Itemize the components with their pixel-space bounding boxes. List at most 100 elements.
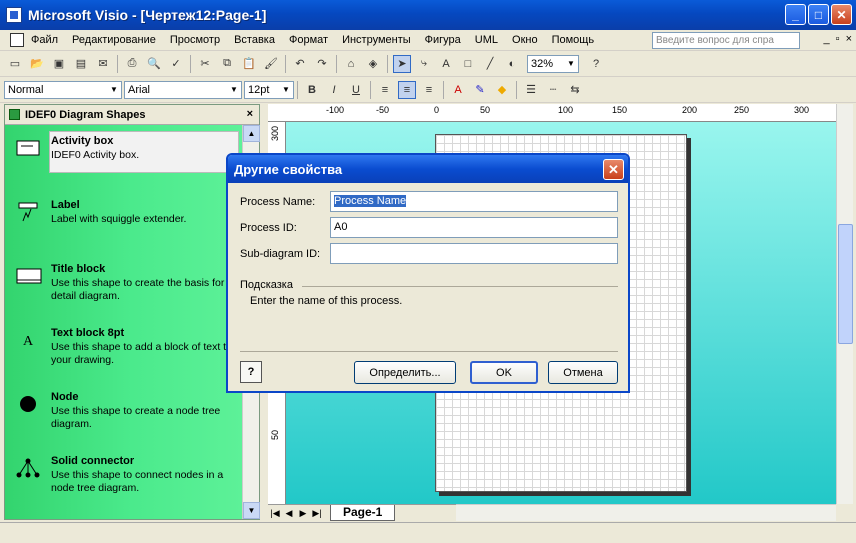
dialog-close-button[interactable]: ✕ — [603, 159, 624, 180]
define-button[interactable]: Определить... — [354, 361, 456, 384]
rectangle-tool-icon[interactable]: □ — [459, 55, 477, 73]
process-name-label: Process Name: — [240, 195, 316, 208]
close-button[interactable]: ✕ — [831, 4, 852, 25]
shapes-panel-header[interactable]: IDEF0 Diagram Shapes × — [5, 105, 259, 125]
node-icon — [20, 396, 36, 412]
align-left-icon[interactable]: ≡ — [376, 81, 394, 99]
style-combo[interactable]: Normal ▼ — [4, 80, 122, 99]
mdi-close-button[interactable]: × — [846, 33, 852, 45]
line-pattern-icon[interactable]: ┄ — [544, 81, 562, 99]
menu-shape[interactable]: Фигура — [418, 34, 468, 46]
minimize-button[interactable]: _ — [785, 4, 806, 25]
shape-name: Title block — [51, 263, 106, 275]
line-ends-icon[interactable]: ⇆ — [566, 81, 584, 99]
menu-file[interactable]: Файл — [24, 34, 65, 46]
line-color-icon[interactable]: ✎ — [471, 81, 489, 99]
horizontal-scrollbar[interactable] — [456, 504, 836, 521]
ruler-tick: 150 — [612, 105, 628, 115]
open-icon[interactable]: 📂 — [28, 55, 46, 73]
align-center-icon[interactable]: ≡ — [398, 80, 416, 99]
maximize-button[interactable]: □ — [808, 4, 829, 25]
label-squiggle-icon — [18, 202, 38, 222]
formatting-toolbar: Normal ▼ Arial ▼ 12pt ▼ B I U ≡ ≡ ≡ A ✎ … — [0, 77, 856, 103]
chevron-down-icon: ▼ — [282, 85, 290, 94]
process-id-input[interactable]: A0 — [330, 217, 618, 238]
cancel-button[interactable]: Отмена — [548, 361, 618, 384]
last-page-icon[interactable]: ▶| — [310, 508, 324, 519]
permission-icon[interactable]: ▤ — [72, 55, 90, 73]
shape-name: Solid connector — [51, 455, 135, 467]
pointer-tool-icon[interactable]: ➤ — [393, 54, 411, 73]
align-right-icon[interactable]: ≡ — [420, 81, 438, 99]
shape-item[interactable]: Title block Use this shape to create the… — [5, 259, 241, 319]
undo-icon[interactable]: ↶ — [291, 55, 309, 73]
line-tool-icon[interactable]: ╱ — [481, 55, 499, 73]
menu-view[interactable]: Просмотр — [163, 34, 227, 46]
process-name-input[interactable]: Process Name — [330, 191, 618, 212]
redo-icon[interactable]: ↷ — [313, 55, 331, 73]
connector-tool-icon[interactable]: ⤷ — [415, 55, 433, 73]
zoom-combo[interactable]: 32% ▼ — [527, 54, 579, 73]
menu-help[interactable]: Помощь — [545, 34, 602, 46]
shape-item[interactable]: A Text block 8pt Use this shape to add a… — [5, 323, 241, 383]
mdi-restore-button[interactable]: ▫ — [836, 33, 840, 45]
mdi-minimize-button[interactable]: _ — [824, 33, 830, 45]
close-icon[interactable]: × — [247, 108, 253, 120]
ruler-tick: 100 — [558, 105, 574, 115]
spelling-icon[interactable]: ✓ — [167, 55, 185, 73]
first-page-icon[interactable]: |◀ — [268, 508, 282, 519]
document-icon[interactable] — [10, 33, 24, 47]
new-icon[interactable]: ▭ — [6, 55, 24, 73]
hint-label: Подсказка — [240, 279, 293, 291]
visio-app-icon[interactable] — [6, 7, 22, 23]
menu-window[interactable]: Окно — [505, 34, 545, 46]
menu-uml[interactable]: UML — [468, 34, 505, 46]
stencil-icon[interactable]: ⌂ — [342, 55, 360, 73]
dialog-help-button[interactable]: ? — [240, 361, 262, 383]
bold-button[interactable]: B — [303, 81, 321, 99]
text-tool-icon[interactable]: A — [437, 55, 455, 73]
shapes-icon[interactable]: ◈ — [364, 55, 382, 73]
shape-item[interactable]: Node Use this shape to create a node tre… — [5, 387, 241, 447]
font-size-combo[interactable]: 12pt ▼ — [244, 80, 294, 99]
dialog-title-bar[interactable]: Другие свойства — [228, 155, 628, 183]
scroll-down-icon[interactable]: ▼ — [243, 502, 260, 519]
email-icon[interactable]: ✉ — [94, 55, 112, 73]
ruler-tick: -50 — [376, 105, 390, 115]
format-painter-icon[interactable]: 🖌 — [262, 55, 280, 73]
print-icon[interactable]: ⎙ — [123, 55, 141, 73]
connection-point-icon[interactable]: ◐ — [503, 55, 521, 73]
shape-item[interactable]: Activity box IDEF0 Activity box. — [5, 131, 241, 191]
scroll-up-icon[interactable]: ▲ — [243, 125, 260, 142]
tab-page-1[interactable]: Page-1 — [330, 505, 396, 521]
help-question-input[interactable]: Введите вопрос для спра — [652, 32, 800, 49]
ruler-tick: 300 — [794, 105, 810, 115]
text-block-icon: A — [23, 334, 34, 349]
shape-name: Text block 8pt — [51, 327, 125, 339]
menu-format[interactable]: Формат — [282, 34, 335, 46]
line-weight-icon[interactable]: ☰ — [522, 81, 540, 99]
scroll-thumb[interactable] — [838, 224, 853, 344]
fill-color-icon[interactable]: ◆ — [493, 81, 511, 99]
font-combo[interactable]: Arial ▼ — [124, 80, 242, 99]
prev-page-icon[interactable]: ◀ — [282, 508, 296, 519]
save-icon[interactable]: ▣ — [50, 55, 68, 73]
process-name-value: Process Name — [334, 195, 407, 207]
next-page-icon[interactable]: ▶ — [296, 508, 310, 519]
shape-item[interactable]: Label Label with squiggle extender. — [5, 195, 241, 255]
ok-button[interactable]: OK — [470, 361, 538, 384]
shape-item[interactable]: Solid connector Use this shape to connec… — [5, 451, 241, 511]
italic-button[interactable]: I — [325, 81, 343, 99]
underline-button[interactable]: U — [347, 81, 365, 99]
vertical-scrollbar[interactable] — [836, 104, 853, 504]
font-color-icon[interactable]: A — [449, 81, 467, 99]
cut-icon[interactable]: ✂ — [196, 55, 214, 73]
menu-tools[interactable]: Инструменты — [335, 34, 418, 46]
menu-insert[interactable]: Вставка — [227, 34, 282, 46]
menu-edit[interactable]: Редактирование — [65, 34, 163, 46]
help-icon[interactable]: ? — [587, 55, 605, 73]
copy-icon[interactable]: ⧉ — [218, 55, 236, 73]
paste-icon[interactable]: 📋 — [240, 55, 258, 73]
print-preview-icon[interactable]: 🔍 — [145, 55, 163, 73]
subdiagram-id-input[interactable] — [330, 243, 618, 264]
